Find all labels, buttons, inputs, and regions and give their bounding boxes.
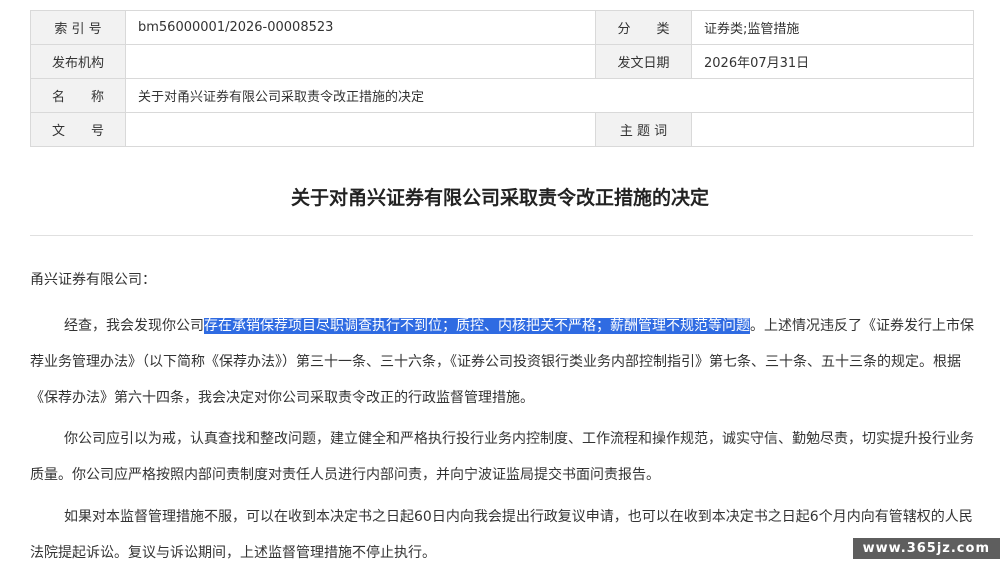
document-title: 关于对甬兴证券有限公司采取责令改正措施的决定 — [290, 187, 709, 209]
salutation: 甬兴证券有限公司： — [30, 272, 156, 288]
category-label: 分 类 — [595, 10, 692, 45]
date-value: 2026年07月31日 — [691, 44, 974, 79]
meta-row-name: 名 称 关于对甬兴证券有限公司采取责令改正措施的决定 — [30, 78, 974, 113]
category-value: 证券类;监管措施 — [691, 10, 974, 45]
metadata-table: 索 引 号 bm56000001/2026-00008523 分 类 证券类;监… — [30, 10, 974, 147]
para1-before: 经查，我会发现你公司 — [64, 318, 204, 334]
name-label: 名 称 — [30, 78, 126, 113]
date-label: 发文日期 — [595, 44, 692, 79]
paragraph-findings: 经查，我会发现你公司存在承销保荐项目尽职调查执行不到位；质控、内核把关不严格；薪… — [30, 308, 980, 416]
meta-row-index: 索 引 号 bm56000001/2026-00008523 分 类 证券类;监… — [30, 10, 974, 45]
meta-row-docno: 文 号 主 题 词 — [30, 112, 974, 147]
meta-row-issuer: 发布机构 发文日期 2026年07月31日 — [30, 44, 974, 79]
docno-label: 文 号 — [30, 112, 126, 147]
docno-value — [125, 112, 596, 147]
issuer-label: 发布机构 — [30, 44, 126, 79]
issuer-value — [125, 44, 596, 79]
site-watermark: www.365jz.com — [852, 538, 1000, 559]
selected-text-highlight[interactable]: 存在承销保荐项目尽职调查执行不到位；质控、内核把关不严格；薪酬管理不规范等问题 — [204, 318, 750, 334]
keywords-value — [691, 112, 974, 147]
paragraph-appeal: 如果对本监督管理措施不服，可以在收到本决定书之日起60日内向我会提出行政复议申请… — [30, 509, 973, 561]
name-value: 关于对甬兴证券有限公司采取责令改正措施的决定 — [125, 78, 974, 113]
index-label: 索 引 号 — [30, 10, 126, 45]
title-divider — [30, 235, 973, 236]
keywords-label: 主 题 词 — [595, 112, 692, 147]
index-value: bm56000001/2026-00008523 — [125, 10, 596, 45]
paragraph-requirements: 你公司应引以为戒，认真查找和整改问题，建立健全和严格执行投行业务内控制度、工作流… — [30, 431, 974, 483]
